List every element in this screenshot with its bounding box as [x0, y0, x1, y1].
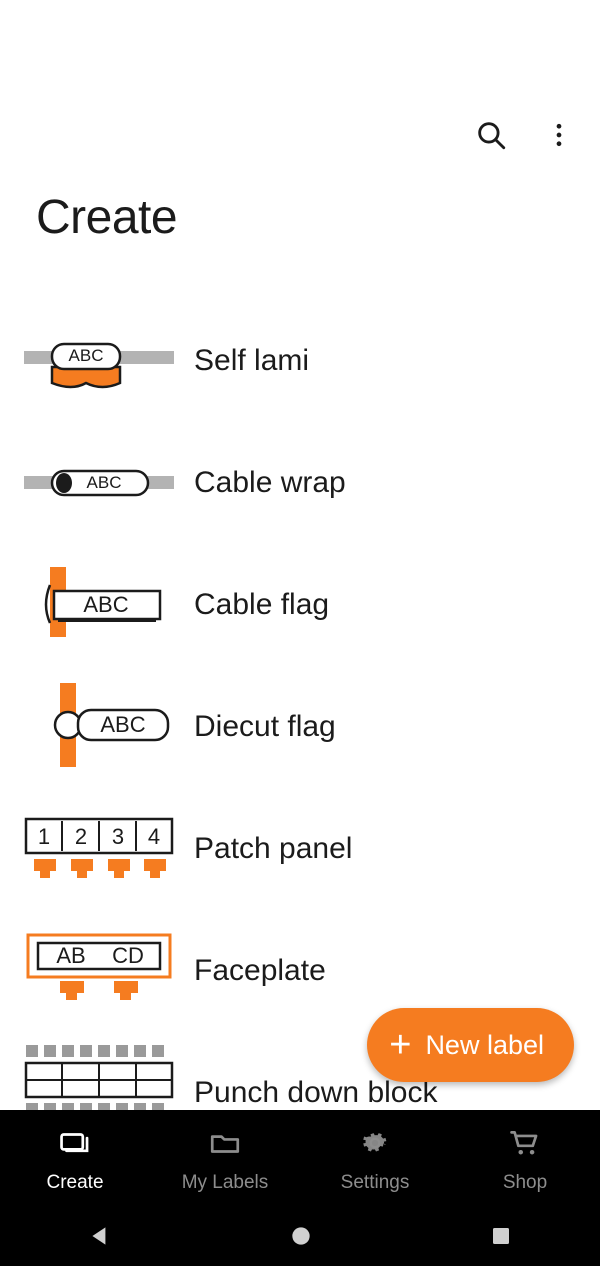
home-circle-icon[interactable] [288, 1223, 314, 1254]
icon-sample-text: CD [112, 943, 144, 968]
icon-sample-text: 4 [148, 824, 160, 849]
app-bar [0, 0, 600, 170]
punch-down-block-label-icon [24, 1043, 174, 1110]
icon-sample-text: 1 [38, 824, 50, 849]
nav-item-shop[interactable]: Shop [450, 1126, 600, 1194]
back-triangle-icon[interactable] [87, 1223, 113, 1254]
list-item-label: Cable flag [194, 588, 330, 621]
app-bar-actions [468, 112, 582, 158]
shopping-cart-icon [508, 1126, 542, 1165]
folder-icon [208, 1126, 242, 1165]
nav-item-create-label: Create [46, 1172, 104, 1193]
list-item-label: Cable wrap [194, 466, 346, 499]
icon-sample-text: ABC [83, 592, 128, 617]
app-screen: Create ABC Self lami ABC Cable wrap ABC … [0, 0, 600, 1266]
cable-wrap-label-icon: ABC [24, 433, 174, 533]
list-item[interactable]: 1 2 3 4 Patch panel [0, 788, 600, 910]
nav-item-shop-label: Shop [502, 1172, 548, 1193]
icon-sample-text: 2 [75, 824, 87, 849]
list-item-label: Self lami [194, 344, 310, 377]
list-item[interactable]: ABC Self lami [0, 300, 600, 422]
list-item-label: Diecut flag [194, 710, 336, 743]
bottom-navigation: Create My Labels Settings Shop [0, 1110, 600, 1210]
new-label-fab-label: New label [425, 1029, 544, 1060]
list-item-label: Faceplate [194, 954, 326, 987]
list-item[interactable]: ABC Diecut flag [0, 666, 600, 788]
list-item[interactable]: ABC Cable flag [0, 544, 600, 666]
nav-item-settings-label: Settings [340, 1172, 410, 1193]
icon-sample-text: ABC [87, 473, 122, 492]
search-icon[interactable] [468, 112, 514, 158]
self-laminating-label-icon: ABC [24, 311, 174, 411]
list-item[interactable]: ABC Cable wrap [0, 422, 600, 544]
list-item-label: Patch panel [194, 832, 353, 865]
more-vertical-icon[interactable] [536, 112, 582, 158]
icon-sample-text: ABC [100, 712, 145, 737]
patch-panel-label-icon: 1 2 3 4 [24, 799, 174, 899]
label-type-list[interactable]: ABC Self lami ABC Cable wrap ABC Cable f… [0, 300, 600, 1110]
icon-sample-text: 3 [112, 824, 124, 849]
plus-icon: + [389, 1024, 412, 1066]
nav-item-settings[interactable]: Settings [300, 1126, 450, 1194]
gear-icon [358, 1126, 392, 1165]
system-navigation-bar [0, 1210, 600, 1266]
faceplate-label-icon: AB CD [24, 921, 174, 1021]
diecut-flag-label-icon: ABC [24, 677, 174, 777]
icon-sample-text: ABC [69, 346, 104, 365]
cable-flag-label-icon: ABC [24, 555, 174, 655]
icon-sample-text: AB [56, 943, 85, 968]
nav-item-create[interactable]: Create [0, 1126, 150, 1194]
recents-square-icon[interactable] [489, 1224, 513, 1253]
page-title: Create [36, 191, 178, 244]
new-label-fab[interactable]: + New label [367, 1008, 574, 1082]
nav-item-my-labels-label: My Labels [181, 1172, 269, 1193]
nav-item-my-labels[interactable]: My Labels [150, 1126, 300, 1194]
create-label-icon [58, 1126, 92, 1165]
